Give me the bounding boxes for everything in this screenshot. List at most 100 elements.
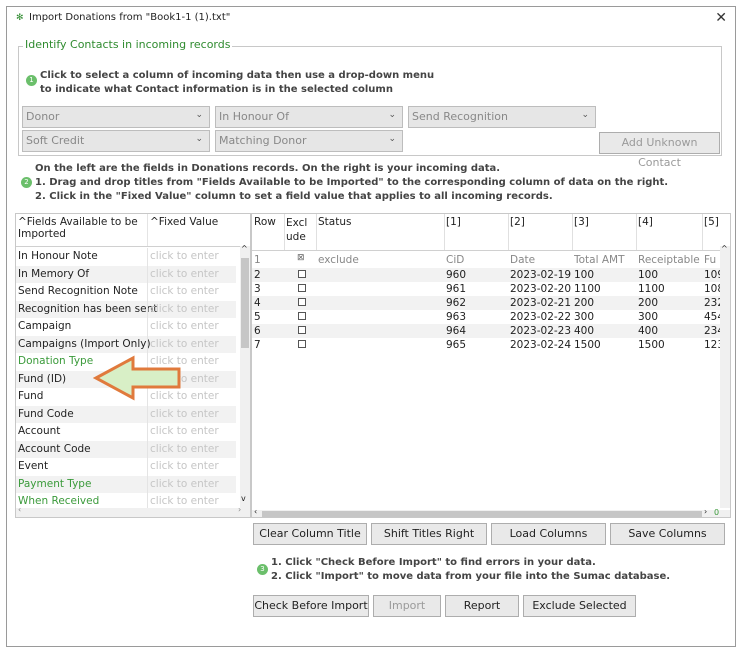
data-cell[interactable]: 1500 xyxy=(638,339,702,351)
report-button[interactable]: Report xyxy=(445,595,519,617)
field-name[interactable]: Account xyxy=(18,425,60,437)
fixed-value-cell[interactable]: click to enter xyxy=(150,443,219,455)
column-header[interactable]: [1] xyxy=(446,216,508,228)
data-cell[interactable]: 962 xyxy=(446,297,508,309)
data-cell[interactable]: 1100 xyxy=(574,283,636,295)
field-row[interactable]: Campaign click to enter xyxy=(16,318,236,336)
column-header[interactable]: [2] xyxy=(510,216,572,228)
title-row-cell[interactable]: Date xyxy=(510,254,572,266)
column-header[interactable]: [4] xyxy=(638,216,702,228)
field-name[interactable]: Fund xyxy=(18,390,43,402)
data-cell[interactable]: 108 xyxy=(704,283,720,295)
data-cell[interactable]: 5 xyxy=(254,311,284,323)
shift-titles-right-button[interactable]: Shift Titles Right xyxy=(371,523,487,545)
data-hscroll[interactable]: ‹ › 0 xyxy=(252,507,730,517)
field-name[interactable]: Send Recognition Note xyxy=(18,285,138,297)
field-name[interactable]: Campaign xyxy=(18,320,71,332)
data-cell[interactable]: 1100 xyxy=(638,283,702,295)
fields-vscroll-thumb[interactable] xyxy=(241,258,249,348)
clear-column-title-button[interactable]: Clear Column Title xyxy=(253,523,367,545)
title-row-cell[interactable]: 1 xyxy=(254,254,284,266)
check-before-import-button[interactable]: Check Before Import xyxy=(253,595,369,617)
data-cell[interactable]: 2023-02-24 xyxy=(510,339,572,351)
add-unknown-contact-button[interactable]: Add Unknown Contact xyxy=(599,132,720,169)
field-row[interactable]: Account click to enter xyxy=(16,423,236,441)
field-name[interactable]: Recognition has been sent xyxy=(18,303,157,315)
field-name[interactable]: In Honour Note xyxy=(18,250,98,262)
data-cell[interactable]: 2023-02-21 xyxy=(510,297,572,309)
data-cell[interactable]: 300 xyxy=(638,311,702,323)
fixed-value-header[interactable]: ^Fixed Value xyxy=(150,216,218,228)
data-cell[interactable]: 200 xyxy=(638,297,702,309)
data-cell[interactable]: 3 xyxy=(254,283,284,295)
column-header[interactable]: [5] xyxy=(704,216,720,228)
in-honour-of-combo[interactable]: In Honour Of ⌄ xyxy=(215,106,403,128)
fixed-value-cell[interactable]: click to enter xyxy=(150,478,219,490)
data-cell[interactable]: 123 xyxy=(704,339,720,351)
data-cell[interactable]: 2023-02-19 xyxy=(510,269,572,281)
field-row[interactable]: Account Code click to enter xyxy=(16,440,236,458)
field-row[interactable]: Payment Type click to enter xyxy=(16,475,236,493)
field-name[interactable]: Fund (ID) xyxy=(18,373,66,385)
field-name[interactable]: Event xyxy=(18,460,48,472)
data-cell[interactable]: 232 xyxy=(704,297,720,309)
column-header[interactable]: [3] xyxy=(574,216,636,228)
data-cell[interactable]: 960 xyxy=(446,269,508,281)
field-row[interactable]: Campaigns (Import Only) click to enter xyxy=(16,335,236,353)
title-row-cell[interactable]: Receiptable xyxy=(638,254,702,266)
data-cell[interactable]: 1500 xyxy=(574,339,636,351)
data-cell[interactable]: 400 xyxy=(638,325,702,337)
data-cell[interactable]: 100 xyxy=(638,269,702,281)
exclude-checkbox[interactable] xyxy=(298,312,306,320)
fixed-value-cell[interactable]: click to enter xyxy=(150,495,219,507)
fields-vscroll[interactable]: ^ v xyxy=(240,244,250,508)
fixed-value-cell[interactable]: click to enter xyxy=(150,425,219,437)
title-row-cell[interactable]: Total AMT xyxy=(574,254,636,266)
title-row-cell[interactable]: exclude xyxy=(318,254,444,266)
data-cell[interactable]: 4 xyxy=(254,297,284,309)
title-row-cell[interactable]: CiD xyxy=(446,254,508,266)
field-name[interactable]: When Received xyxy=(18,495,99,507)
field-row[interactable]: In Memory Of click to enter xyxy=(16,265,236,283)
fixed-value-cell[interactable]: click to enter xyxy=(150,268,219,280)
scroll-down-icon[interactable]: v xyxy=(241,494,246,503)
field-name[interactable]: Fund Code xyxy=(18,408,74,420)
scroll-up-icon[interactable]: ^ xyxy=(241,244,248,253)
field-name[interactable]: Account Code xyxy=(18,443,91,455)
send-recognition-combo[interactable]: Send Recognition ⌄ xyxy=(408,106,596,128)
field-row[interactable]: Event click to enter xyxy=(16,458,236,476)
data-cell[interactable]: 965 xyxy=(446,339,508,351)
data-cell[interactable]: 2023-02-22 xyxy=(510,311,572,323)
exclude-selected-button[interactable]: Exclude Selected xyxy=(523,595,636,617)
fixed-value-cell[interactable]: click to enter xyxy=(150,303,219,315)
fields-hscroll[interactable]: ‹ › xyxy=(16,505,250,517)
data-cell[interactable]: 963 xyxy=(446,311,508,323)
column-header[interactable]: Status xyxy=(318,216,444,228)
save-columns-button[interactable]: Save Columns xyxy=(610,523,725,545)
data-cell[interactable]: 2023-02-20 xyxy=(510,283,572,295)
column-header[interactable]: Exclude xyxy=(286,216,312,244)
field-name[interactable]: Payment Type xyxy=(18,478,91,490)
matching-donor-combo[interactable]: Matching Donor ⌄ xyxy=(215,130,403,152)
donor-combo[interactable]: Donor ⌄ xyxy=(22,106,210,128)
field-name[interactable]: Campaigns (Import Only) xyxy=(18,338,151,350)
exclude-checkbox[interactable] xyxy=(298,340,306,348)
field-row[interactable]: Send Recognition Note click to enter xyxy=(16,283,236,301)
data-vscroll[interactable]: ^ xyxy=(720,244,730,508)
close-icon[interactable]: ✕ xyxy=(715,10,727,26)
fixed-value-cell[interactable]: click to enter xyxy=(150,408,219,420)
data-cell[interactable]: 400 xyxy=(574,325,636,337)
field-name[interactable]: Donation Type xyxy=(18,355,93,367)
fixed-value-cell[interactable]: click to enter xyxy=(150,320,219,332)
data-cell[interactable]: 300 xyxy=(574,311,636,323)
field-row[interactable]: Fund Code click to enter xyxy=(16,405,236,423)
exclude-checkbox[interactable] xyxy=(298,326,306,334)
data-cell[interactable]: 2023-02-23 xyxy=(510,325,572,337)
column-header[interactable]: Row xyxy=(254,216,284,228)
data-cell[interactable]: 6 xyxy=(254,325,284,337)
data-cell[interactable]: 7 xyxy=(254,339,284,351)
data-cell[interactable]: 234 xyxy=(704,325,720,337)
exclude-checkbox[interactable] xyxy=(298,298,306,306)
data-cell[interactable]: 200 xyxy=(574,297,636,309)
fixed-value-cell[interactable]: click to enter xyxy=(150,460,219,472)
